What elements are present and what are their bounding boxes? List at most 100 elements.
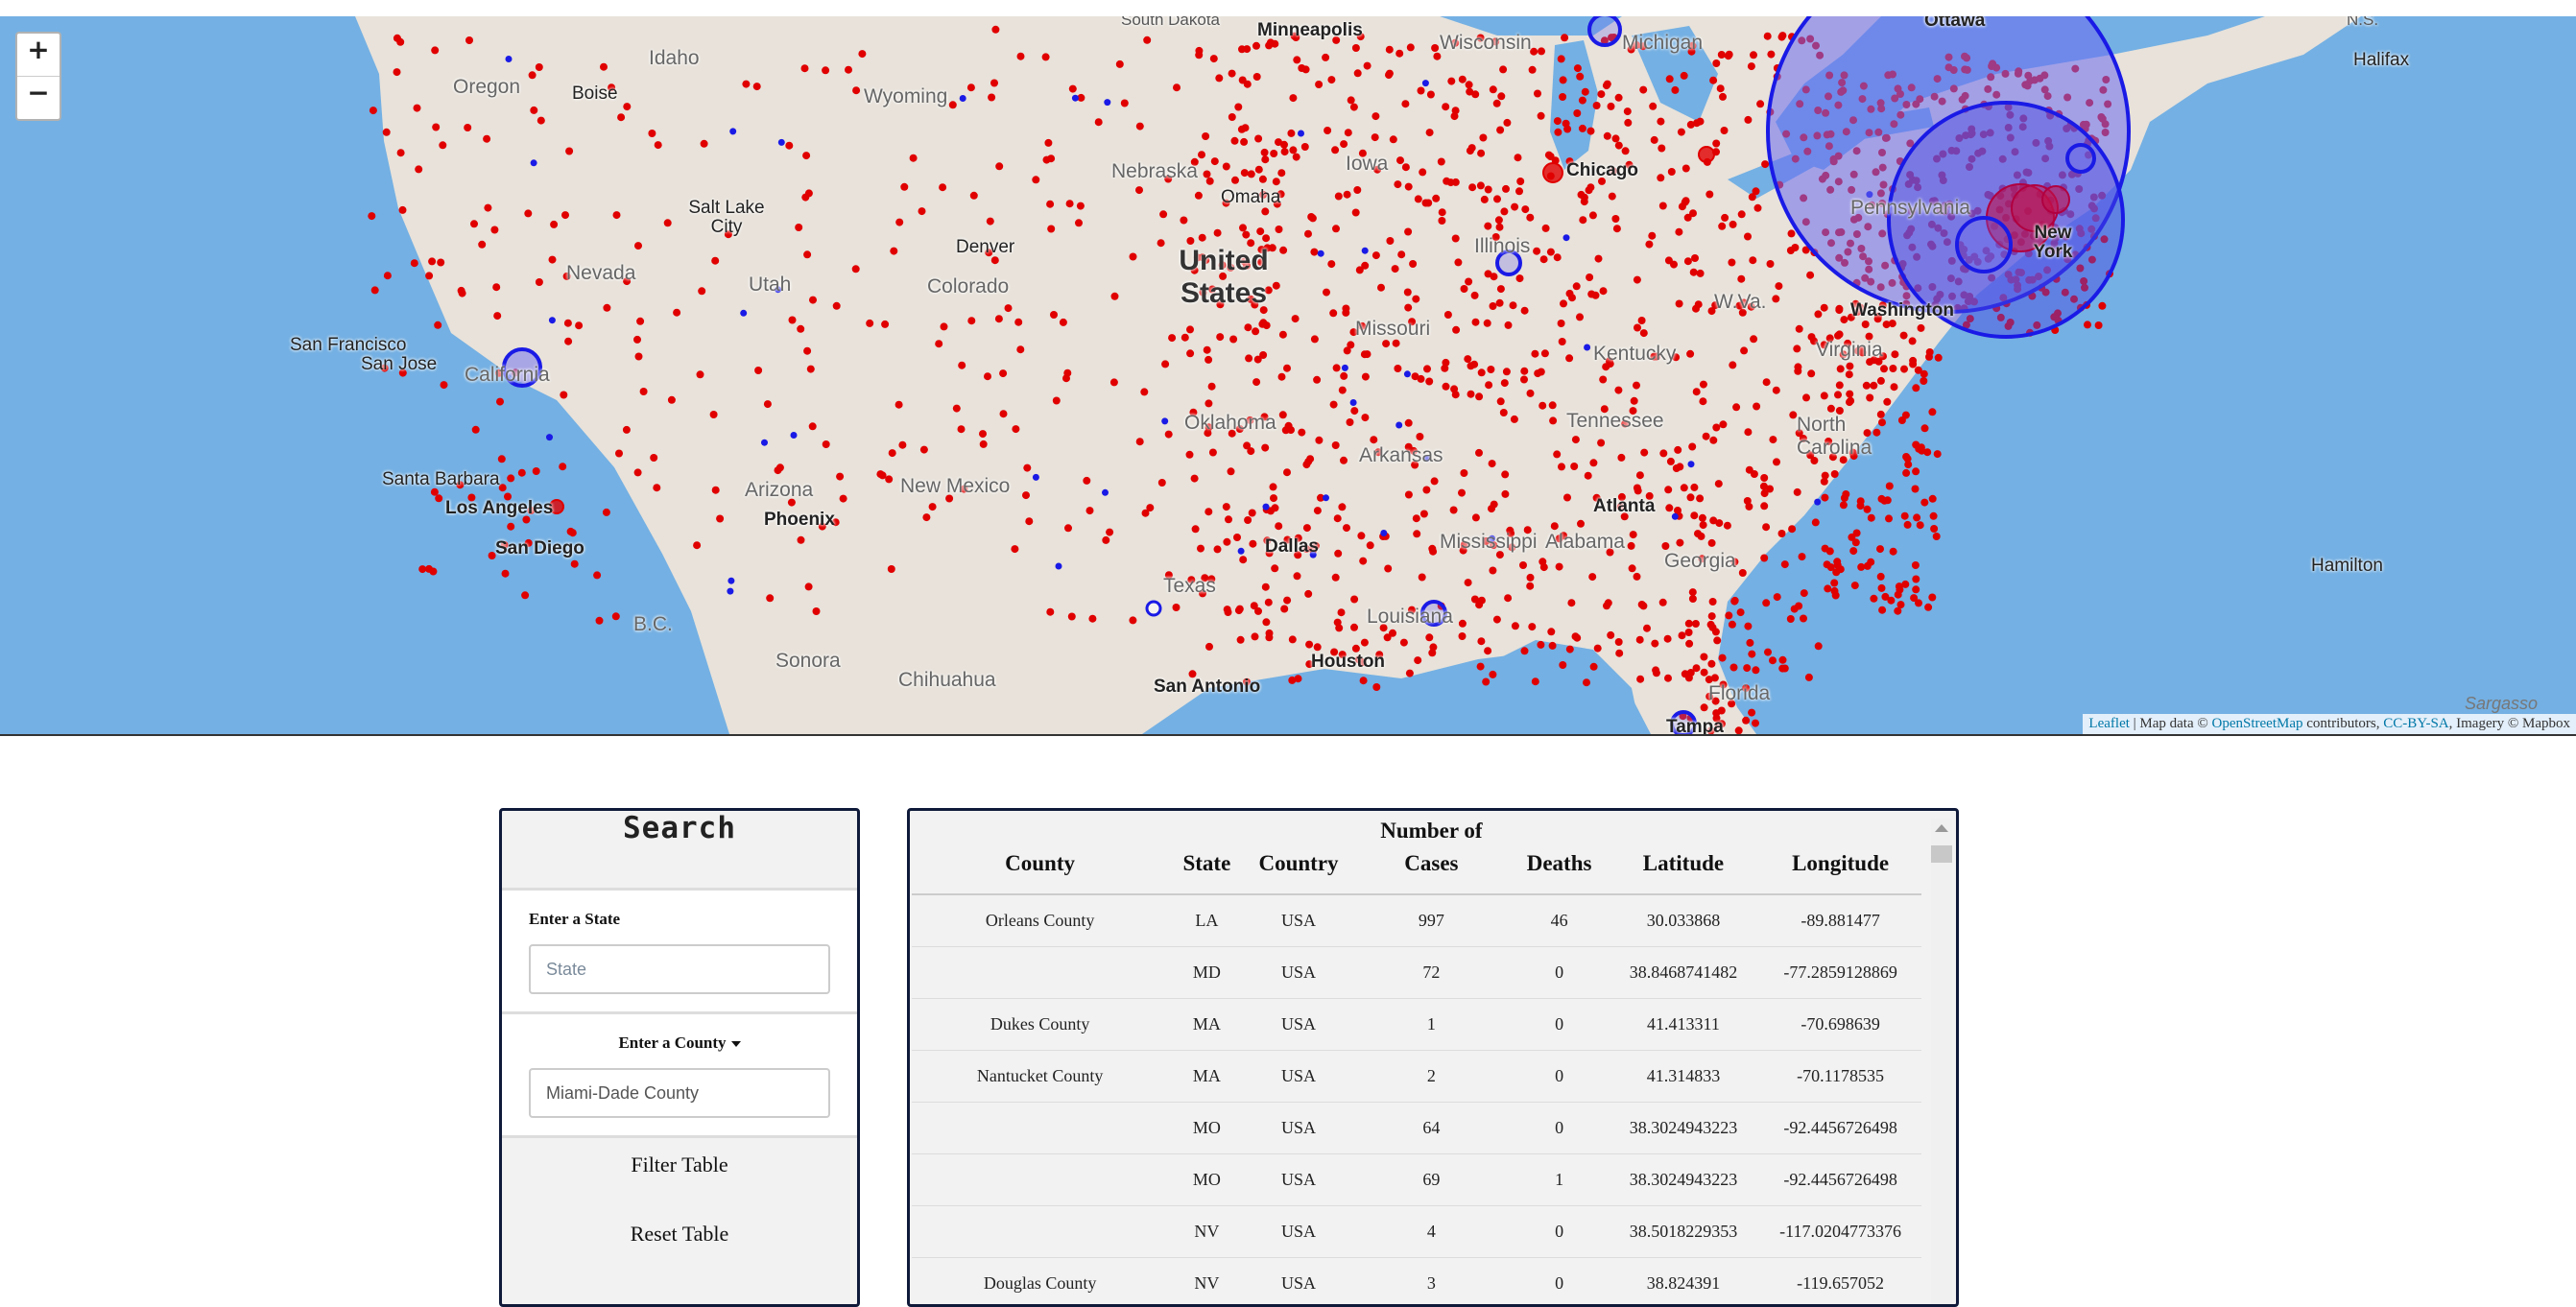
case-marker[interactable] (1909, 361, 1917, 368)
case-marker[interactable] (1742, 717, 1750, 725)
case-marker[interactable] (1415, 195, 1422, 202)
case-marker[interactable] (1265, 599, 1273, 606)
case-marker[interactable] (1613, 225, 1621, 232)
case-marker[interactable] (536, 278, 543, 286)
case-marker[interactable] (1249, 510, 1256, 517)
case-marker[interactable] (1371, 133, 1379, 141)
case-marker[interactable] (1332, 225, 1340, 232)
case-marker[interactable] (1471, 596, 1479, 604)
case-marker[interactable] (1666, 75, 1674, 83)
case-marker[interactable] (1377, 284, 1385, 292)
case-marker[interactable] (1478, 597, 1486, 605)
case-marker[interactable] (1700, 381, 1707, 389)
case-marker[interactable] (967, 317, 975, 324)
case-marker[interactable] (536, 63, 543, 71)
case-marker[interactable] (1587, 128, 1595, 135)
case-marker[interactable] (1401, 100, 1409, 107)
case-marker[interactable] (418, 565, 426, 573)
case-marker[interactable] (1857, 563, 1865, 571)
case-marker[interactable] (845, 66, 852, 74)
case-marker[interactable] (1667, 458, 1675, 465)
case-marker[interactable] (1566, 646, 1574, 654)
case-marker[interactable] (1083, 477, 1090, 485)
case-marker[interactable] (1527, 574, 1535, 582)
case-marker[interactable] (1305, 641, 1313, 649)
case-marker[interactable] (655, 141, 662, 149)
case-marker[interactable] (1426, 129, 1434, 136)
case-marker[interactable] (1223, 503, 1230, 511)
case-marker[interactable] (414, 105, 421, 112)
case-marker[interactable] (1534, 369, 1541, 377)
case-marker[interactable] (958, 425, 966, 433)
case-marker[interactable] (1691, 254, 1699, 262)
case-marker[interactable] (1928, 408, 1936, 416)
case-marker[interactable] (1794, 363, 1801, 370)
case-marker[interactable] (1340, 457, 1348, 464)
case-marker[interactable] (1636, 636, 1644, 644)
case-marker[interactable] (1572, 632, 1580, 640)
case-marker[interactable] (1186, 325, 1194, 333)
case-marker[interactable] (1431, 477, 1439, 485)
case-marker[interactable] (561, 211, 569, 219)
case-marker[interactable] (1764, 649, 1772, 656)
case-marker[interactable] (1681, 484, 1688, 491)
case-marker[interactable] (1531, 350, 1538, 358)
case-marker[interactable] (1519, 561, 1527, 569)
case-marker[interactable] (1935, 354, 1943, 362)
case-marker[interactable] (1348, 96, 1355, 104)
death-marker[interactable] (1688, 461, 1695, 467)
case-marker[interactable] (1521, 307, 1529, 315)
case-marker[interactable] (1253, 73, 1261, 81)
case-marker[interactable] (575, 321, 583, 329)
case-marker[interactable] (571, 560, 579, 568)
case-marker[interactable] (1396, 156, 1404, 164)
case-marker[interactable] (1834, 561, 1842, 569)
case-marker[interactable] (1558, 55, 1565, 62)
county-input[interactable] (529, 1068, 830, 1118)
case-marker[interactable] (1622, 147, 1630, 154)
case-marker[interactable] (458, 287, 465, 295)
case-marker[interactable] (1866, 394, 1873, 402)
case-marker[interactable] (1350, 596, 1358, 604)
case-marker[interactable] (1527, 390, 1535, 397)
case-marker[interactable] (1840, 501, 1848, 509)
case-marker[interactable] (1617, 454, 1625, 462)
case-marker[interactable] (1283, 365, 1291, 372)
case-marker[interactable] (2084, 321, 2091, 328)
case-marker[interactable] (1307, 213, 1315, 221)
case-marker[interactable] (1432, 195, 1440, 202)
case-marker[interactable] (1772, 295, 1779, 302)
case-marker[interactable] (1136, 438, 1144, 445)
case-marker[interactable] (1692, 305, 1700, 313)
case-marker[interactable] (995, 162, 1003, 170)
case-marker[interactable] (1918, 443, 1925, 451)
case-marker[interactable] (634, 468, 642, 476)
case-marker[interactable] (1676, 300, 1683, 308)
case-marker[interactable] (1186, 451, 1194, 459)
leaflet-link[interactable]: Leaflet (2088, 716, 2129, 731)
case-marker[interactable] (1402, 163, 1410, 171)
case-marker[interactable] (1241, 169, 1249, 177)
case-marker[interactable] (415, 165, 422, 173)
case-marker[interactable] (1333, 364, 1341, 371)
case-marker[interactable] (1737, 275, 1745, 283)
case-marker[interactable] (1836, 330, 1844, 338)
case-marker[interactable] (1918, 324, 1925, 332)
case-marker[interactable] (1477, 637, 1485, 645)
case-marker[interactable] (1211, 157, 1219, 165)
case-marker[interactable] (1191, 475, 1199, 483)
case-marker[interactable] (1681, 72, 1688, 80)
case-marker[interactable] (1718, 51, 1726, 59)
case-marker[interactable] (1484, 647, 1491, 654)
case-marker[interactable] (1367, 541, 1374, 549)
case-marker[interactable] (1543, 163, 1562, 182)
case-marker[interactable] (1501, 379, 1509, 387)
case-marker[interactable] (1658, 145, 1665, 153)
case-marker[interactable] (549, 256, 557, 264)
case-marker[interactable] (701, 140, 708, 148)
case-marker[interactable] (1450, 385, 1458, 392)
case-marker[interactable] (1323, 289, 1330, 297)
case-marker[interactable] (1929, 495, 1937, 503)
case-marker[interactable] (1769, 656, 1777, 664)
case-marker[interactable] (1439, 208, 1446, 216)
